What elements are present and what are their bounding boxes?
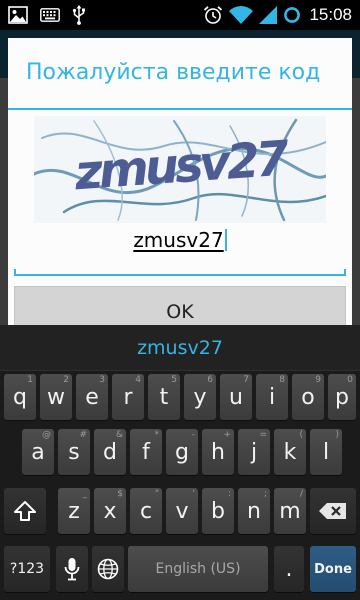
key-e[interactable]: e3 [76, 374, 108, 420]
suggestion-strip: zmusv27 [0, 325, 360, 371]
captcha-image: zmusv27 [34, 116, 326, 223]
dialog-title: Пожалуйста введите код [26, 60, 321, 85]
key-n[interactable]: n; [238, 488, 270, 534]
keyboard-icon [40, 8, 60, 22]
globe-icon [97, 558, 119, 580]
key-v[interactable]: v ' [166, 488, 198, 534]
key-l[interactable]: l) [310, 429, 342, 475]
key-i[interactable]: i8 [256, 374, 288, 420]
suggestion-word[interactable]: zmusv27 [0, 325, 360, 371]
input-underline [14, 269, 346, 276]
shift-key[interactable] [4, 488, 46, 534]
key-p[interactable]: p0 [328, 374, 356, 420]
period-key[interactable]: . [274, 546, 304, 592]
signal-icon [259, 6, 278, 24]
key-o[interactable]: o9 [292, 374, 324, 420]
android-screen: 15:08 Пожалуйста введите код zmusv27 zmu… [0, 0, 360, 600]
key-m[interactable]: m / [274, 488, 306, 534]
alarm-icon [204, 6, 223, 24]
gallery-icon [8, 6, 28, 24]
microphone-icon [64, 558, 80, 581]
key-a[interactable]: a @ [22, 429, 54, 475]
key-d[interactable]: d & [94, 429, 126, 475]
key-x[interactable]: x $ [94, 488, 126, 534]
key-j[interactable]: j = [238, 429, 270, 475]
text-cursor [224, 229, 227, 251]
key-c[interactable]: c " [130, 488, 162, 534]
usb-icon [72, 5, 85, 25]
key-b[interactable]: b: [202, 488, 234, 534]
code-input-value: zmusv27 [133, 228, 224, 252]
delete-key[interactable] [310, 488, 356, 534]
space-key[interactable]: English (US) [128, 546, 268, 592]
shift-icon [14, 501, 36, 521]
backspace-icon [319, 503, 346, 519]
key-k[interactable]: k( [274, 429, 306, 475]
status-bar: 15:08 [0, 0, 360, 30]
key-q[interactable]: q1 [4, 374, 36, 420]
key-s[interactable]: s # [58, 429, 90, 475]
key-h[interactable]: h + [202, 429, 234, 475]
title-divider [8, 108, 352, 110]
clock: 15:08 [309, 5, 352, 24]
key-f[interactable]: f * [130, 429, 162, 475]
soft-keyboard: zmusv27 q1 w2 e3 r4 t5 y6 u7 i8 o9 p0 a @… [0, 325, 360, 600]
key-w[interactable]: w2 [40, 374, 72, 420]
done-key[interactable]: Done [310, 546, 356, 592]
sync-ring-icon [284, 7, 301, 23]
key-r[interactable]: r4 [112, 374, 144, 420]
voice-input-key[interactable] [56, 546, 88, 592]
key-u[interactable]: u7 [220, 374, 252, 420]
wifi-icon [229, 6, 254, 24]
language-switch-key[interactable] [92, 546, 124, 592]
key-t[interactable]: t5 [148, 374, 180, 420]
code-input[interactable]: zmusv27 [14, 228, 346, 272]
captcha-dialog: Пожалуйста введите код zmusv27 zmusv27 O… [8, 38, 352, 338]
key-z[interactable]: z _ [58, 488, 90, 534]
key-y[interactable]: y6 [184, 374, 216, 420]
symbols-key[interactable]: ?123 [4, 546, 50, 592]
key-g[interactable]: g- [166, 429, 198, 475]
